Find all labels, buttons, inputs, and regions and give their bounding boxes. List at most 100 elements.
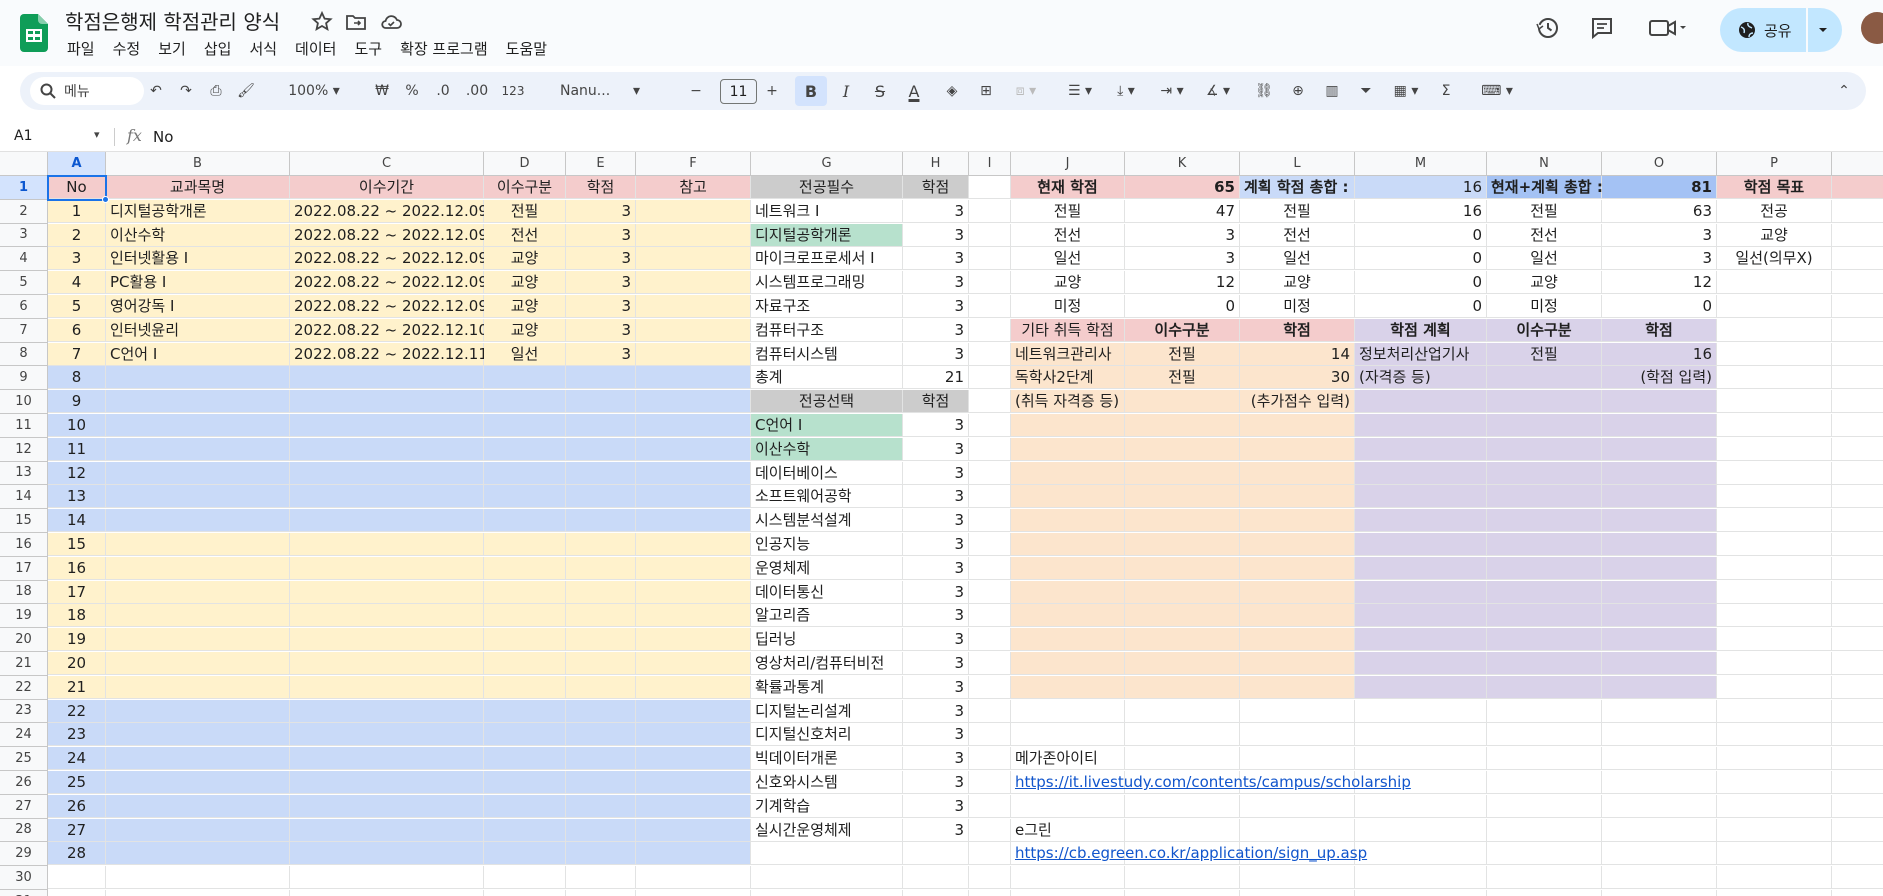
cell-f1[interactable]: 참고 bbox=[636, 176, 751, 199]
cell-k19[interactable] bbox=[1125, 604, 1240, 628]
cell-o24[interactable] bbox=[1602, 723, 1717, 747]
cell-n8[interactable]: 전필 bbox=[1487, 342, 1602, 366]
cell-p26[interactable] bbox=[1717, 771, 1832, 794]
cell-q16[interactable] bbox=[1832, 533, 1883, 556]
cell-e15[interactable] bbox=[566, 509, 636, 533]
cell-m24[interactable] bbox=[1355, 723, 1487, 747]
cell-n16[interactable] bbox=[1487, 533, 1602, 556]
cell-q5[interactable] bbox=[1832, 271, 1883, 295]
cell-n10[interactable] bbox=[1487, 390, 1602, 414]
column-header-d[interactable]: D bbox=[484, 152, 566, 176]
cell-i28[interactable] bbox=[969, 818, 1011, 842]
cell-h15[interactable]: 3 bbox=[903, 509, 969, 533]
cell-o3[interactable]: 3 bbox=[1602, 223, 1717, 247]
font-select[interactable]: Nanu... ▾ bbox=[560, 72, 640, 110]
italic-button[interactable]: I bbox=[832, 72, 860, 110]
row-header-21[interactable]: 21 bbox=[0, 652, 48, 676]
cell-d24[interactable] bbox=[484, 723, 566, 747]
menu-data[interactable]: 데이터 bbox=[286, 38, 345, 60]
cell-i31[interactable] bbox=[969, 890, 1011, 896]
cell-b17[interactable] bbox=[106, 556, 290, 580]
cell-k14[interactable] bbox=[1125, 485, 1240, 509]
cell-b16[interactable] bbox=[106, 533, 290, 556]
cell-q18[interactable] bbox=[1832, 581, 1883, 604]
row-header-31[interactable]: 31 bbox=[0, 890, 48, 896]
cell-m1[interactable]: 16 bbox=[1355, 176, 1487, 199]
column-header-k[interactable]: K bbox=[1125, 152, 1240, 176]
cell-e22[interactable] bbox=[566, 675, 636, 699]
cell-a9[interactable]: 8 bbox=[48, 366, 106, 390]
cell-d19[interactable] bbox=[484, 604, 566, 628]
cell-n19[interactable] bbox=[1487, 604, 1602, 628]
cell-n20[interactable] bbox=[1487, 628, 1602, 652]
cell-b10[interactable] bbox=[106, 390, 290, 414]
cell-h16[interactable]: 3 bbox=[903, 533, 969, 556]
cell-e4[interactable]: 3 bbox=[566, 247, 636, 271]
cell-h31[interactable] bbox=[903, 890, 969, 896]
share-button[interactable]: 공유 bbox=[1720, 8, 1842, 52]
cell-b30[interactable] bbox=[106, 866, 290, 890]
cell-b1[interactable]: 교과목명 bbox=[106, 176, 290, 199]
cell-d6[interactable]: 교양 bbox=[484, 295, 566, 318]
cell-c2[interactable]: 2022.08.22 ~ 2022.12.09 bbox=[290, 199, 488, 223]
decrease-decimal-button[interactable]: .0 bbox=[430, 72, 456, 110]
cell-h1[interactable]: 학점 bbox=[903, 176, 969, 199]
cell-j31[interactable] bbox=[1011, 890, 1125, 896]
cell-q10[interactable] bbox=[1832, 390, 1883, 414]
cell-k7[interactable]: 이수구분 bbox=[1125, 318, 1240, 342]
menu-tools[interactable]: 도구 bbox=[345, 38, 391, 60]
cell-k1[interactable]: 65 bbox=[1125, 176, 1240, 199]
cell-i11[interactable] bbox=[969, 414, 1011, 437]
cell-f16[interactable] bbox=[636, 533, 751, 556]
cell-l30[interactable] bbox=[1240, 866, 1355, 890]
cell-d1[interactable]: 이수구분 bbox=[484, 176, 566, 199]
cell-l22[interactable] bbox=[1240, 675, 1355, 699]
cell-g15[interactable]: 시스템분석설계 bbox=[751, 509, 903, 533]
cell-o28[interactable] bbox=[1602, 818, 1717, 842]
cell-a6[interactable]: 5 bbox=[48, 295, 106, 318]
cell-i12[interactable] bbox=[969, 437, 1011, 461]
cell-i22[interactable] bbox=[969, 675, 1011, 699]
cell-o27[interactable] bbox=[1602, 794, 1717, 818]
cell-n9[interactable] bbox=[1487, 366, 1602, 390]
cell-i2[interactable] bbox=[969, 199, 1011, 223]
column-header-g[interactable]: G bbox=[751, 152, 903, 176]
cell-m10[interactable] bbox=[1355, 390, 1487, 414]
cell-c20[interactable] bbox=[290, 628, 484, 652]
cell-a15[interactable]: 14 bbox=[48, 509, 106, 533]
cell-n5[interactable]: 교양 bbox=[1487, 271, 1602, 295]
cell-o20[interactable] bbox=[1602, 628, 1717, 652]
cell-l28[interactable] bbox=[1240, 818, 1355, 842]
row-header-11[interactable]: 11 bbox=[0, 414, 48, 438]
cell-k27[interactable] bbox=[1125, 794, 1240, 818]
cell-p28[interactable] bbox=[1717, 818, 1832, 842]
cell-k24[interactable] bbox=[1125, 723, 1240, 747]
cell-d10[interactable] bbox=[484, 390, 566, 414]
cell-n11[interactable] bbox=[1487, 414, 1602, 437]
cell-l20[interactable] bbox=[1240, 628, 1355, 652]
cell-j23[interactable] bbox=[1011, 699, 1125, 723]
cell-n3[interactable]: 전선 bbox=[1487, 223, 1602, 247]
cell-e8[interactable]: 3 bbox=[566, 342, 636, 366]
cell-h29[interactable] bbox=[903, 842, 969, 866]
cell-q24[interactable] bbox=[1832, 723, 1883, 747]
menu-search[interactable]: 메뉴 bbox=[30, 77, 144, 105]
cell-n31[interactable] bbox=[1487, 890, 1602, 896]
cell-c9[interactable] bbox=[290, 366, 484, 390]
cell-a10[interactable]: 9 bbox=[48, 390, 106, 414]
cell-l15[interactable] bbox=[1240, 509, 1355, 533]
cell-k25[interactable] bbox=[1125, 747, 1240, 771]
currency-button[interactable]: ₩ bbox=[370, 72, 394, 110]
column-header-q[interactable]: Q bbox=[1832, 152, 1883, 176]
cell-i10[interactable] bbox=[969, 390, 1011, 414]
cell-d15[interactable] bbox=[484, 509, 566, 533]
cell-m15[interactable] bbox=[1355, 509, 1487, 533]
cell-k20[interactable] bbox=[1125, 628, 1240, 652]
row-header-8[interactable]: 8 bbox=[0, 342, 48, 367]
cell-j1[interactable]: 현재 학점 bbox=[1011, 176, 1125, 199]
cell-o30[interactable] bbox=[1602, 866, 1717, 890]
cell-i9[interactable] bbox=[969, 366, 1011, 390]
row-header-24[interactable]: 24 bbox=[0, 723, 48, 748]
cell-l17[interactable] bbox=[1240, 556, 1355, 580]
cell-g11[interactable]: C언어 I bbox=[751, 414, 903, 437]
